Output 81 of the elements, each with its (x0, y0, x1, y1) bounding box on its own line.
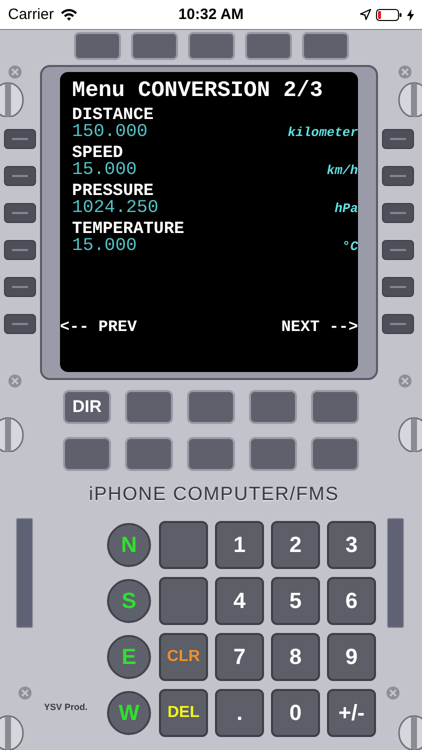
field-label: DISTANCE (72, 108, 155, 124)
line-select-key[interactable] (4, 129, 36, 149)
blank-key[interactable] (311, 437, 359, 471)
battery-icon (376, 8, 402, 20)
screw-icon (18, 686, 32, 700)
field-value: 15.000 (72, 238, 137, 255)
screw-icon (398, 374, 412, 388)
line-select-key[interactable] (382, 203, 414, 223)
unit-label: km/h (326, 163, 358, 178)
direction-key[interactable]: S (107, 579, 151, 623)
next-prompt: NEXT --> (281, 318, 358, 336)
field-value: 1024.250 (72, 200, 158, 217)
line-select-key[interactable] (382, 277, 414, 297)
function-key[interactable]: DIR (63, 390, 111, 424)
blank-key[interactable] (302, 32, 348, 60)
line-select-key[interactable] (4, 203, 36, 223)
screw-icon (0, 715, 24, 750)
keypad-key[interactable]: 3 (327, 521, 376, 569)
screw-icon (386, 686, 400, 700)
unit-label: kilometer (288, 125, 358, 140)
direction-key[interactable]: E (107, 635, 151, 679)
blank-key[interactable] (311, 390, 359, 424)
location-icon (360, 9, 371, 20)
blank-key[interactable] (159, 577, 208, 625)
prev-prompt: <-- PREV (60, 318, 137, 336)
blank-key[interactable] (249, 390, 297, 424)
keypad-key[interactable]: 7 (215, 633, 264, 681)
charging-icon (407, 8, 414, 20)
line-select-key[interactable] (382, 314, 414, 334)
line-select-key[interactable] (4, 314, 36, 334)
screw-icon (0, 82, 24, 117)
blank-key[interactable] (63, 437, 111, 471)
line-select-key[interactable] (382, 240, 414, 260)
unit-label: °C (342, 239, 358, 254)
brand-logo: iPHONE COMPUTER/FMS (88, 483, 340, 507)
blank-key[interactable] (244, 32, 292, 60)
line-select-key[interactable] (4, 166, 36, 186)
screen-title: Menu CONVERSION 2/3 (72, 78, 324, 104)
blank-key[interactable] (125, 390, 173, 424)
unit-label: hPa (334, 201, 358, 216)
blank-key[interactable] (159, 521, 208, 569)
field-label: TEMPERATURE (72, 222, 186, 238)
credit-label: YSV Prod. (44, 702, 88, 712)
blank-key[interactable] (187, 437, 235, 471)
field-value: 15.000 (72, 162, 137, 179)
line-select-key[interactable] (4, 277, 36, 297)
line-select-key[interactable] (382, 166, 414, 186)
blank-key[interactable] (74, 32, 120, 60)
blank-key[interactable] (130, 32, 178, 60)
keypad-key[interactable]: 9 (327, 633, 376, 681)
screw-icon (398, 82, 422, 117)
keypad-key[interactable]: 2 (271, 521, 320, 569)
screw-icon (398, 715, 422, 750)
direction-key[interactable]: W (107, 691, 151, 735)
field-label: PRESSURE (72, 184, 154, 200)
keypad-key[interactable]: . (215, 689, 264, 737)
blank-key[interactable] (249, 437, 297, 471)
line-select-key[interactable] (382, 129, 414, 149)
screw-icon (398, 65, 412, 79)
wifi-icon (60, 8, 78, 21)
blank-key[interactable] (188, 32, 234, 60)
screw-icon (398, 417, 422, 452)
keypad-key[interactable]: 5 (271, 577, 320, 625)
field-label: SPEED (72, 146, 124, 162)
blank-key[interactable] (125, 437, 173, 471)
screw-icon (8, 65, 22, 79)
keypad-key[interactable]: 6 (327, 577, 376, 625)
keypad-key[interactable]: 8 (271, 633, 320, 681)
keypad-key[interactable]: 1 (215, 521, 264, 569)
screw-icon (0, 417, 24, 452)
clock-time: 10:32 AM (178, 6, 244, 23)
blank-key[interactable] (187, 390, 235, 424)
screw-icon (8, 374, 22, 388)
field-value: 150.000 (72, 124, 148, 141)
keypad-key[interactable]: +/- (327, 689, 376, 737)
keypad-key[interactable]: DEL (159, 689, 208, 737)
carrier-label: Carrier (8, 6, 54, 23)
line-select-key[interactable] (4, 240, 36, 260)
keypad-key[interactable]: 4 (215, 577, 264, 625)
keypad-key[interactable]: 0 (271, 689, 320, 737)
direction-key[interactable]: N (107, 523, 151, 567)
